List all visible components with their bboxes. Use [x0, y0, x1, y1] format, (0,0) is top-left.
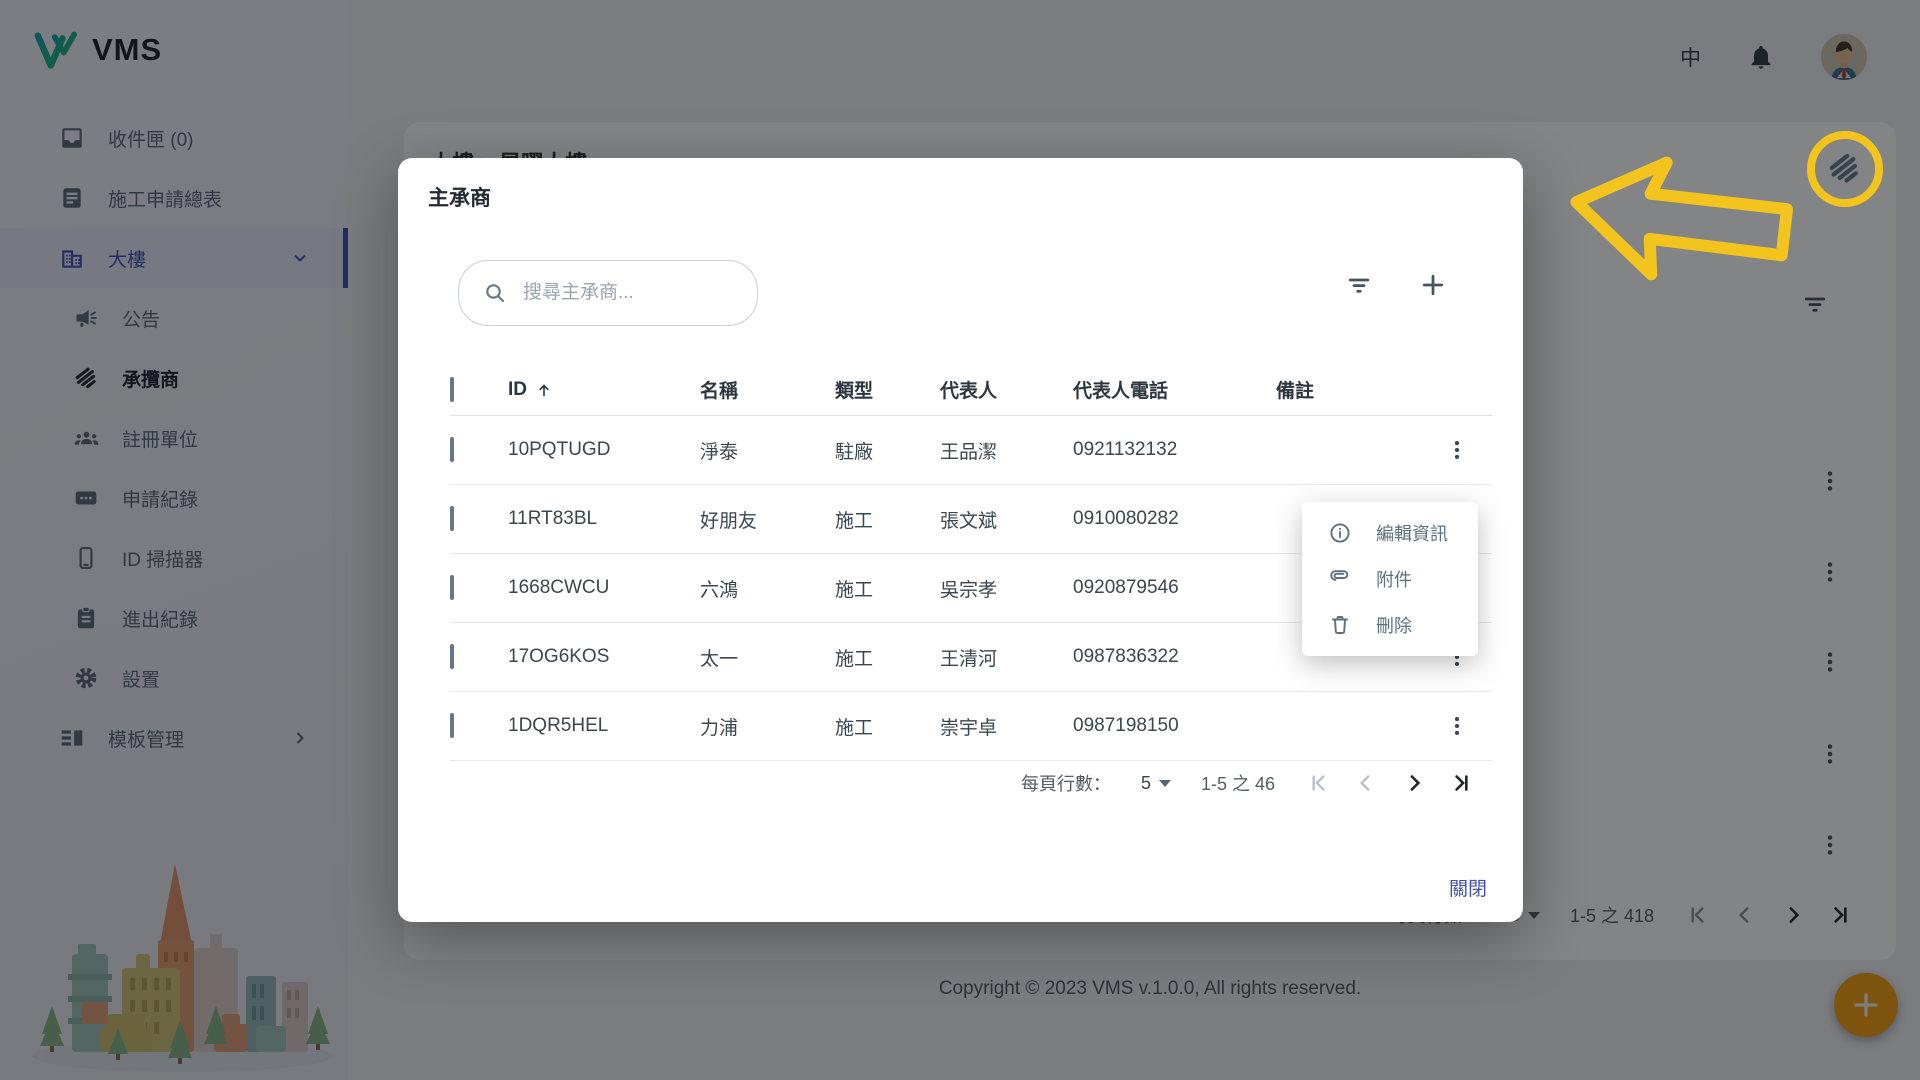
cell-representative: 崇宇卓 — [940, 713, 1073, 740]
context-menu-edit-info[interactable]: 編輯資訊 — [1302, 510, 1478, 556]
cell-name: 力浦 — [700, 713, 835, 740]
row-checkbox[interactable] — [450, 575, 454, 600]
cell-representative: 張文斌 — [940, 506, 1073, 533]
previous-page-button[interactable] — [1353, 770, 1379, 796]
cell-type: 駐廠 — [835, 437, 940, 464]
row-kebab-icon[interactable] — [1438, 437, 1492, 463]
row-checkbox[interactable] — [450, 437, 454, 462]
modal-pagination: 每頁行數： 5 1-5 之 46 — [1021, 770, 1475, 796]
filter-icon[interactable] — [1344, 270, 1374, 300]
sort-ascending-icon[interactable] — [535, 381, 553, 399]
context-menu-label: 編輯資訊 — [1376, 520, 1448, 546]
context-menu-label: 刪除 — [1376, 612, 1412, 638]
column-header-notes[interactable]: 備註 — [1276, 376, 1438, 403]
column-header-name[interactable]: 名稱 — [700, 376, 835, 403]
delete-icon — [1328, 613, 1352, 637]
search-input[interactable] — [521, 281, 770, 305]
row-checkbox[interactable] — [450, 506, 454, 531]
row-context-menu: 編輯資訊 附件 刪除 — [1302, 502, 1478, 656]
annotation-arrow — [1566, 150, 1806, 310]
search-icon — [483, 281, 507, 305]
cell-name: 淨泰 — [700, 437, 835, 464]
column-header-representative-phone[interactable]: 代表人電話 — [1073, 376, 1276, 403]
context-menu-attachments[interactable]: 附件 — [1302, 556, 1478, 602]
attachment-icon — [1328, 567, 1352, 591]
cell-name: 六鴻 — [700, 575, 835, 602]
cell-representative: 王品潔 — [940, 437, 1073, 464]
cell-phone: 0987836322 — [1073, 646, 1276, 668]
info-icon — [1328, 521, 1352, 545]
context-menu-delete[interactable]: 刪除 — [1302, 602, 1478, 648]
modal-title: 主承商 — [428, 182, 491, 212]
close-modal-button[interactable]: 關閉 — [1449, 874, 1487, 901]
rows-per-page-select[interactable]: 5 — [1141, 773, 1171, 794]
cell-id: 1668CWCU — [508, 577, 700, 599]
add-icon[interactable] — [1418, 270, 1448, 300]
pagination-range: 1-5 之 46 — [1201, 770, 1275, 796]
rows-per-page-label: 每頁行數： — [1021, 770, 1111, 796]
table-row: 10PQTUGD 淨泰 駐廠 王品潔 0921132132 — [450, 416, 1492, 485]
annotation-circle — [1807, 131, 1883, 207]
row-checkbox[interactable] — [450, 713, 454, 738]
context-menu-label: 附件 — [1376, 566, 1412, 592]
search-box — [458, 260, 758, 326]
cell-name: 好朋友 — [700, 506, 835, 533]
first-page-button[interactable] — [1305, 770, 1331, 796]
row-kebab-icon[interactable] — [1438, 713, 1492, 739]
cell-type: 施工 — [835, 644, 940, 671]
row-checkbox[interactable] — [450, 644, 454, 669]
cell-id: 1DQR5HEL — [508, 715, 700, 737]
cell-type: 施工 — [835, 713, 940, 740]
handshake-icon — [1826, 150, 1864, 188]
cell-phone: 0920879546 — [1073, 577, 1276, 599]
last-page-button[interactable] — [1449, 770, 1475, 796]
caret-down-icon — [1159, 780, 1171, 787]
cell-type: 施工 — [835, 575, 940, 602]
table-header-row: ID 名稱 類型 代表人 代表人電話 備註 — [450, 364, 1492, 416]
select-all-checkbox[interactable] — [450, 377, 454, 402]
column-header-representative[interactable]: 代表人 — [940, 376, 1073, 403]
cell-phone: 0921132132 — [1073, 439, 1276, 461]
column-header-type[interactable]: 類型 — [835, 376, 940, 403]
cell-name: 太一 — [700, 644, 835, 671]
cell-representative: 王清河 — [940, 644, 1073, 671]
column-header-id[interactable]: ID — [508, 379, 527, 401]
cell-phone: 0910080282 — [1073, 508, 1276, 530]
table-row: 1DQR5HEL 力浦 施工 崇宇卓 0987198150 — [450, 692, 1492, 761]
next-page-button[interactable] — [1401, 770, 1427, 796]
cell-representative: 吳宗孝 — [940, 575, 1073, 602]
cell-id: 11RT83BL — [508, 508, 700, 530]
cell-phone: 0987198150 — [1073, 715, 1276, 737]
cell-id: 17OG6KOS — [508, 646, 700, 668]
cell-type: 施工 — [835, 506, 940, 533]
cell-id: 10PQTUGD — [508, 439, 700, 461]
